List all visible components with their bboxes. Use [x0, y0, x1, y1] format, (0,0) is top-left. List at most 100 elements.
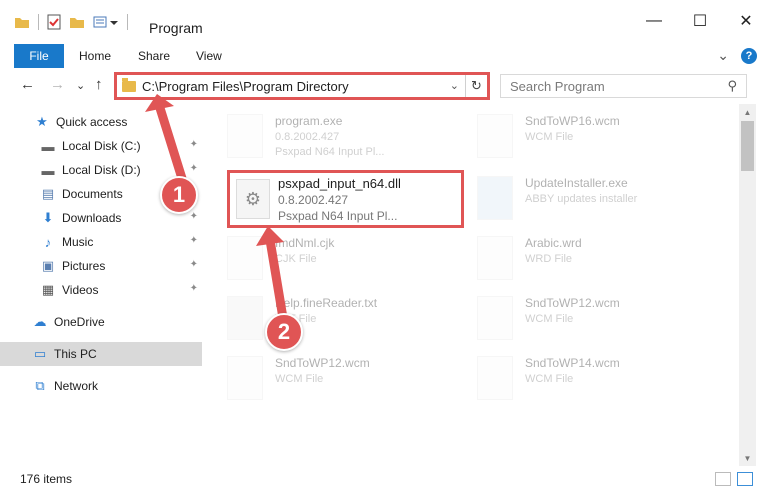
- sidebar-item-local-disk-c[interactable]: ▬ Local Disk (C:) ✦: [0, 134, 202, 158]
- file-icon: [227, 236, 263, 280]
- file-tile[interactable]: Arabic.wrd WRD File: [463, 228, 703, 286]
- file-tile[interactable]: SndToWP12.wcm WCM File: [463, 288, 703, 346]
- pin-icon: ✦: [189, 235, 198, 246]
- folder-icon: [15, 18, 29, 28]
- file-detail: WCM File: [525, 313, 574, 325]
- text-file-icon: [227, 296, 263, 340]
- computer-icon: ▭: [33, 346, 47, 361]
- properties-icon[interactable]: [47, 14, 61, 30]
- file-name: ImdNml.cjk: [275, 236, 335, 250]
- file-tile[interactable]: SndToWP12.wcm WCM File: [213, 348, 453, 406]
- file-tile[interactable]: ImdNml.cjk CJK File: [213, 228, 453, 286]
- large-icons-view-icon[interactable]: [737, 472, 753, 486]
- file-tile[interactable]: SndToWP16.wcm WCM File: [463, 106, 703, 164]
- help-icon[interactable]: ?: [741, 47, 757, 64]
- tab-file[interactable]: File: [14, 44, 64, 68]
- sidebar-item-label: Documents: [62, 187, 123, 201]
- file-name: SndToWP12.wcm: [275, 356, 370, 370]
- scroll-up-icon[interactable]: ▲: [739, 104, 756, 120]
- new-folder-icon[interactable]: [69, 15, 85, 29]
- highlighted-dll-file[interactable]: ⚙ psxpad_input_n64.dll 0.8.2002.427 Psxp…: [227, 170, 464, 228]
- file-name: Arabic.wrd: [525, 236, 582, 250]
- sidebar-item-label: Local Disk (C:): [62, 139, 141, 153]
- window-title: Program: [149, 20, 203, 36]
- file-tile[interactable]: Help.fineReader.txt TXT File: [213, 288, 453, 346]
- sidebar-item-label: Quick access: [56, 115, 128, 129]
- quick-access-toolbar: [14, 14, 128, 30]
- file-version: 0.8.2002.427: [278, 193, 349, 207]
- details-view-icon[interactable]: [715, 472, 731, 486]
- file-detail: WCM File: [525, 373, 574, 385]
- address-bar[interactable]: C:\Program Files\Program Directory ⌄ ↻: [114, 72, 490, 100]
- file-detail: CJK File: [275, 253, 317, 265]
- step-2-badge: 2: [265, 313, 303, 351]
- file-name: program.exe: [275, 114, 343, 128]
- file-tile[interactable]: SndToWP14.wcm WCM File: [463, 348, 703, 406]
- scrollbar-thumb[interactable]: [741, 121, 754, 171]
- file-name: Help.fineReader.txt: [275, 296, 378, 310]
- file-icon: [477, 236, 513, 280]
- scroll-down-icon[interactable]: ▼: [739, 450, 756, 466]
- navigation-pane: ★ Quick access ▬ Local Disk (C:) ✦ ▬ Loc…: [0, 104, 205, 466]
- videos-icon: ▦: [41, 282, 55, 297]
- search-box[interactable]: ⚲: [500, 74, 747, 98]
- file-tile[interactable]: program.exe 0.8.2002.427 Psxpad N64 Inpu…: [213, 106, 453, 164]
- tab-home[interactable]: Home: [79, 44, 111, 68]
- sidebar-item-music[interactable]: ♪ Music ✦: [0, 230, 202, 254]
- file-detail: Psxpad N64 Input Pl...: [275, 146, 385, 158]
- sidebar-item-videos[interactable]: ▦ Videos ✦: [0, 278, 202, 302]
- back-button[interactable]: ←: [20, 76, 35, 93]
- folder-icon: [122, 77, 136, 92]
- file-name: SndToWP14.wcm: [525, 356, 620, 370]
- tab-view[interactable]: View: [196, 44, 222, 68]
- pin-icon: ✦: [189, 283, 198, 294]
- maximize-button[interactable]: ☐: [677, 6, 723, 36]
- sidebar-item-label: Videos: [62, 283, 99, 297]
- search-input[interactable]: [510, 78, 710, 94]
- sidebar-item-network[interactable]: ⧉ Network: [0, 374, 202, 398]
- sidebar-item-pictures[interactable]: ▣ Pictures ✦: [0, 254, 202, 278]
- navigation-bar: ← → ⌄ ↑ C:\Program Files\Program Directo…: [0, 70, 769, 102]
- dll-file-icon: ⚙: [236, 179, 270, 219]
- sidebar-item-label: Local Disk (D:): [62, 163, 141, 177]
- refresh-button[interactable]: ↻: [465, 75, 487, 97]
- pin-icon: ✦: [189, 259, 198, 270]
- customize-toolbar-icon[interactable]: [93, 15, 119, 29]
- vertical-scrollbar[interactable]: ▲ ▼: [739, 104, 756, 466]
- file-name: UpdateInstaller.exe: [525, 176, 628, 190]
- up-button[interactable]: ↑: [95, 76, 103, 93]
- file-detail: ABBY updates installer: [525, 193, 638, 205]
- sidebar-item-this-pc[interactable]: ▭ This PC: [0, 342, 202, 366]
- sidebar-item-onedrive[interactable]: ☁ OneDrive: [0, 310, 202, 334]
- view-buttons: [715, 472, 753, 486]
- search-icon[interactable]: ⚲: [727, 78, 737, 94]
- minimize-button[interactable]: —: [631, 6, 677, 36]
- window-controls: — ☐ ✕: [631, 6, 769, 36]
- file-icon: [227, 356, 263, 400]
- file-name: SndToWP12.wcm: [525, 296, 620, 310]
- drive-icon: ▬: [41, 138, 55, 154]
- sidebar-item-quick-access[interactable]: ★ Quick access: [0, 110, 202, 134]
- cloud-icon: ☁: [33, 314, 47, 329]
- chevron-down-icon[interactable]: ⌄: [717, 47, 729, 64]
- file-list: program.exe 0.8.2002.427 Psxpad N64 Inpu…: [213, 104, 739, 466]
- toolbar-separator: [127, 14, 128, 30]
- chevron-down-icon[interactable]: ⌄: [450, 79, 459, 92]
- forward-button[interactable]: →: [50, 76, 65, 93]
- tab-share[interactable]: Share: [138, 44, 170, 68]
- exe-file-icon: [477, 176, 513, 220]
- address-path[interactable]: C:\Program Files\Program Directory: [142, 79, 349, 94]
- pin-icon: ✦: [189, 139, 198, 150]
- file-detail: 0.8.2002.427: [275, 131, 340, 143]
- sidebar-item-label: Music: [62, 235, 94, 249]
- item-count: 176 items: [20, 472, 73, 486]
- file-tile[interactable]: UpdateInstaller.exe ABBY updates install…: [463, 168, 703, 226]
- sidebar-item-label: OneDrive: [54, 315, 105, 329]
- file-icon: [477, 356, 513, 400]
- file-description: Psxpad N64 Input Pl...: [278, 209, 398, 223]
- ribbon-tabs: File Home Share View ⌄ ?: [0, 44, 769, 68]
- sidebar-item-label: Pictures: [62, 259, 106, 273]
- pin-icon: ✦: [189, 163, 198, 174]
- recent-locations-button[interactable]: ⌄: [76, 79, 85, 92]
- close-button[interactable]: ✕: [723, 6, 769, 36]
